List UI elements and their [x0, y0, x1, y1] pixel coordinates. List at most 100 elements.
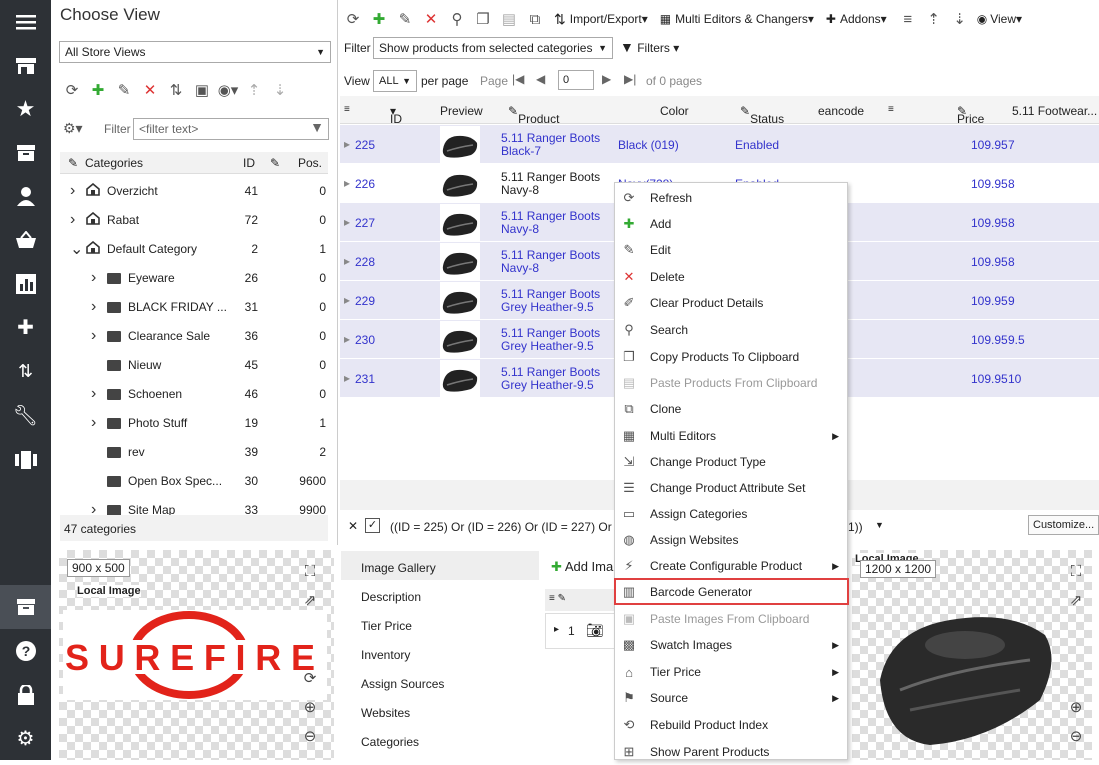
category-filter-input[interactable]: <filter text> ▼ — [133, 118, 329, 140]
tab-categories[interactable]: Categories — [341, 725, 539, 754]
col-categories[interactable]: Categories — [85, 156, 143, 170]
category-row[interactable]: ⌄ Default Category 2 1 — [60, 234, 328, 263]
fit-icon[interactable]: ⛶ — [300, 561, 320, 581]
star-icon[interactable]: ★ — [0, 89, 51, 129]
category-row[interactable]: › Schoenen 46 0 — [60, 379, 328, 408]
zoom-out-icon[interactable]: ⊖ — [1066, 726, 1086, 746]
zoom-in-icon[interactable]: ⊕ — [300, 697, 320, 717]
import-export-icon[interactable]: ⇅ — [0, 351, 51, 391]
category-row[interactable]: › Eyeware 26 0 — [60, 263, 328, 292]
store-active-icon[interactable] — [0, 585, 51, 629]
add-image-button[interactable]: ✚ Add Ima — [551, 559, 613, 575]
menu-item-change-product-attribute-set[interactable]: ☰ Change Product Attribute Set — [615, 475, 847, 501]
help-icon[interactable]: ? — [0, 631, 51, 671]
category-row[interactable]: › Rabat 72 0 — [60, 205, 328, 234]
row-menu-icon[interactable]: ≡ — [344, 104, 350, 115]
edit-icon[interactable]: ✎ — [392, 6, 418, 32]
refresh-icon[interactable]: ⟳ — [59, 77, 85, 103]
tab-assign-sources[interactable]: Assign Sources — [341, 667, 539, 696]
col-product-name[interactable]: ✎ Product Name — [508, 104, 559, 140]
filter-select[interactable]: Show products from selected categories ▼ — [373, 37, 613, 59]
col-id[interactable]: ID ▾ — [390, 104, 402, 126]
menu-item-show-parent-products[interactable]: ⊞ Show Parent Products — [615, 739, 847, 765]
expand-icon[interactable]: › — [91, 269, 96, 287]
sort-icon[interactable]: ⇅ — [163, 77, 189, 103]
puzzle-icon[interactable]: ✚ — [0, 307, 51, 347]
move-bottom-icon[interactable]: ⇣ — [947, 6, 973, 32]
wrench-icon[interactable]: 🔧︎ — [0, 395, 51, 435]
copy-icon[interactable]: ❐ — [470, 6, 496, 32]
settings-icon[interactable]: ⚙︎ — [0, 718, 51, 758]
col-footwear[interactable]: 5.11 Footwear... — [1012, 104, 1097, 118]
product-row[interactable]: ▸ 225 5.11 Ranger Boots Black-7 Black (019) E… — [340, 125, 1099, 164]
category-row[interactable]: › Photo Stuff 19 1 — [60, 408, 328, 437]
edit-icon[interactable]: ✎ — [111, 77, 137, 103]
tab-websites[interactable]: Websites — [341, 696, 539, 725]
menu-item-source[interactable]: ⚑ Source ▶ — [615, 685, 847, 711]
paste-icon[interactable]: ▤ — [496, 6, 522, 32]
menu-icon[interactable] — [0, 2, 51, 42]
expand-icon[interactable]: › — [91, 327, 96, 345]
per-page-select[interactable]: ALL ▼ — [373, 70, 417, 92]
col-id[interactable]: ID — [243, 156, 255, 170]
expand-icon[interactable]: › — [70, 211, 75, 229]
menu-item-swatch-images[interactable]: ▩ Swatch Images ▶ — [615, 632, 847, 658]
category-row[interactable]: Open Box Spec... 30 9600 — [60, 466, 328, 495]
refresh-icon[interactable]: ⟳ — [340, 6, 366, 32]
expand-icon[interactable]: ▸ — [344, 254, 350, 268]
search-icon[interactable]: ⚲ — [444, 6, 470, 32]
fit-icon[interactable]: ⛶ — [1066, 561, 1086, 581]
store-icon[interactable] — [0, 46, 51, 86]
user-icon[interactable] — [0, 176, 51, 216]
category-row[interactable]: › Clearance Sale 36 0 — [60, 321, 328, 350]
last-page-button[interactable]: ▶| — [624, 72, 636, 86]
expand-icon[interactable]: ▸ — [344, 215, 350, 229]
expand-icon[interactable]: ▸ — [344, 137, 350, 151]
add-icon[interactable]: ✚ — [85, 77, 111, 103]
store-view-select[interactable]: All Store Views ▼ — [59, 41, 331, 63]
expand-icon[interactable]: › — [91, 414, 96, 432]
expand-icon[interactable]: ▸ — [344, 371, 350, 385]
expand-icon[interactable]: › — [70, 182, 75, 200]
category-row[interactable]: › Overzicht 41 0 — [60, 176, 328, 205]
addons-button[interactable]: ✚ Addons ▾ — [826, 12, 887, 26]
menu-item-assign-categories[interactable]: ▭ Assign Categories — [615, 501, 847, 527]
external-link-icon[interactable]: ⇗ — [1066, 590, 1086, 610]
rotate-icon[interactable]: ⟳ — [300, 668, 320, 688]
tab-tier-price[interactable]: Tier Price — [341, 609, 539, 638]
move-top-icon[interactable]: ⇡ — [921, 6, 947, 32]
menu-item-multi-editors[interactable]: ▦ Multi Editors ▶ — [615, 423, 847, 449]
filters-button[interactable]: ▼ Filters ▾ — [620, 39, 679, 55]
image-icon[interactable]: ▣ — [189, 77, 215, 103]
close-filter-icon[interactable]: ✕ — [348, 519, 358, 533]
clone-icon[interactable]: ⧉ — [522, 6, 548, 32]
col-pos[interactable]: Pos. — [298, 156, 322, 170]
page-input[interactable]: 0 — [558, 70, 594, 90]
col-preview[interactable]: Preview — [440, 104, 483, 118]
view-icon[interactable]: ◉▾ — [215, 77, 241, 103]
tab-inventory[interactable]: Inventory — [341, 638, 539, 667]
prev-page-button[interactable]: ◀ — [536, 72, 545, 86]
filter-expression[interactable]: ((ID = 225) Or (ID = 226) Or (ID = 227) … — [390, 520, 631, 534]
import-export-button[interactable]: ⇅ Import/Export ▾ — [554, 11, 648, 28]
tab-description[interactable]: Description — [341, 580, 539, 609]
gear-icon[interactable]: ⚙▾ — [63, 120, 83, 137]
menu-item-change-product-type[interactable]: ⇲ Change Product Type — [615, 449, 847, 475]
category-row[interactable]: rev 39 2 — [60, 437, 328, 466]
columns-icon[interactable] — [0, 440, 51, 480]
zoom-in-icon[interactable]: ⊕ — [1066, 697, 1086, 717]
menu-item-assign-websites[interactable]: ◍ Assign Websites — [615, 527, 847, 553]
tab-image-gallery[interactable]: Image Gallery — [341, 551, 539, 580]
basket-icon[interactable] — [0, 220, 51, 260]
menu-item-refresh[interactable]: ⟳ Refresh — [615, 185, 847, 211]
delete-icon[interactable]: ✕ — [137, 77, 163, 103]
menu-item-paste-images-from-clipboard[interactable]: ▣ Paste Images From Clipboard — [615, 606, 847, 632]
expand-icon[interactable]: ▸ — [554, 624, 559, 635]
menu-item-clone[interactable]: ⧉ Clone — [615, 396, 847, 422]
menu-item-add[interactable]: ✚ Add — [615, 211, 847, 237]
menu-item-rebuild-product-index[interactable]: ⟲ Rebuild Product Index — [615, 712, 847, 738]
filter-dropdown-icon[interactable]: ▼ — [875, 520, 884, 530]
add-icon[interactable]: ✚ — [366, 6, 392, 32]
menu-item-paste-products-from-clipboard[interactable]: ▤ Paste Products From Clipboard — [615, 370, 847, 396]
expand-icon[interactable]: › — [91, 298, 96, 316]
